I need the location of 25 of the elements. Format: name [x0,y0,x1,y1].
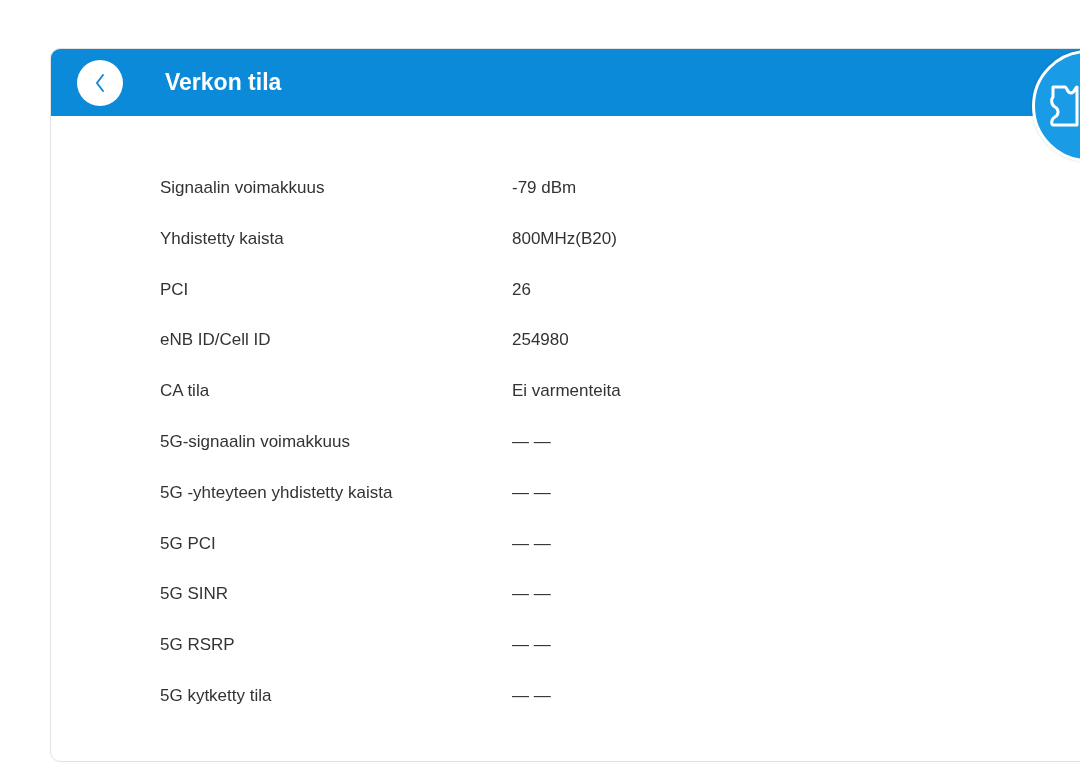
field-value: — — [512,432,551,452]
field-value: — — [512,584,551,605]
field-value: 26 [512,279,531,300]
field-label: Yhdistetty kaista [160,228,285,249]
field-label: 5G SINR [160,584,230,605]
field-value: — — [512,533,551,554]
field-value: Ei varmenteita [512,381,621,402]
page-title: Verkon tila [165,69,282,96]
field-label: 5G RSRP [160,635,236,656]
field-label: 5G PCI [160,533,217,554]
field-label: 5G kytketty tila [160,685,273,706]
back-button[interactable] [77,59,123,106]
field-value: 800MHz(B20) [512,228,617,249]
chevron-left-icon [93,71,107,94]
field-label: PCI [160,279,190,300]
field-label: 5G-signaalin voimakkuus [160,432,351,452]
field-label: CA tila [160,381,211,402]
field-value: — — [512,635,551,656]
field-value: -79 dBm [512,178,577,198]
field-value: — — [512,685,551,706]
field-label: Signaalin voimakkuus [160,178,326,198]
field-value: — — [512,482,551,503]
field-value: 254980 [512,330,569,351]
field-label: 5G -yhteyteen yhdistetty kaista [160,482,394,503]
field-label: eNB ID/Cell ID [160,330,272,351]
